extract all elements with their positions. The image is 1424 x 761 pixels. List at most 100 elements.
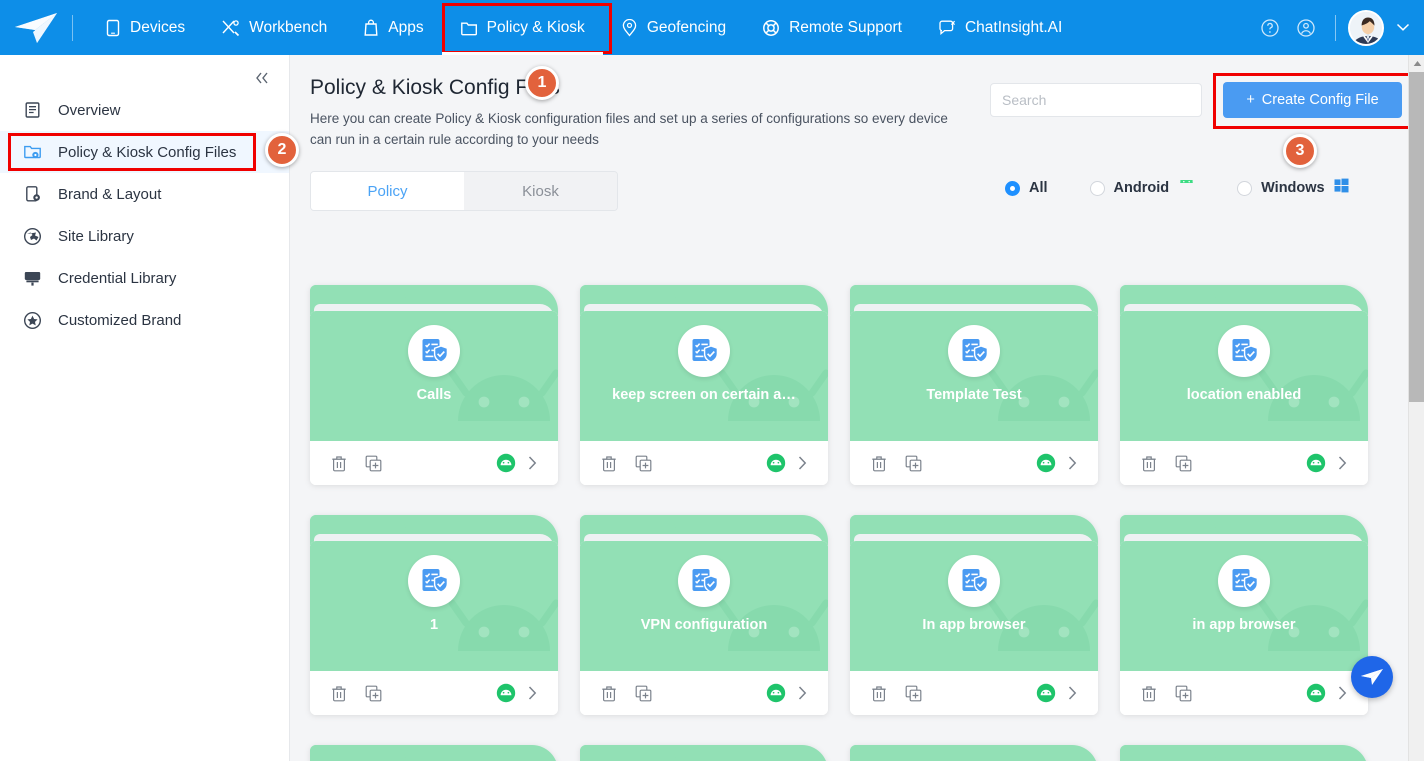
- scrollbar-thumb[interactable]: [1409, 72, 1424, 402]
- chevron-right-icon[interactable]: [792, 453, 812, 473]
- nav-divider: [72, 14, 73, 41]
- duplicate-icon[interactable]: [363, 453, 383, 473]
- config-card-name: Calls: [416, 387, 452, 403]
- top-navigation-bar: Devices Workbench Apps Policy & Kiosk Ge…: [0, 0, 1424, 55]
- config-card[interactable]: [1120, 745, 1368, 761]
- app-logo[interactable]: [0, 0, 72, 55]
- search-input[interactable]: [990, 83, 1202, 117]
- trash-icon[interactable]: [869, 453, 889, 473]
- trash-icon[interactable]: [599, 683, 619, 703]
- trash-icon[interactable]: [1139, 453, 1159, 473]
- tab-kiosk[interactable]: Kiosk: [464, 172, 617, 210]
- trash-icon[interactable]: [329, 453, 349, 473]
- config-card[interactable]: Calls: [310, 285, 558, 485]
- user-avatar-image: [1350, 11, 1382, 44]
- os-filter-group: All Android Windows: [1005, 176, 1349, 198]
- star-circle-icon: [22, 311, 42, 330]
- config-card[interactable]: [850, 745, 1098, 761]
- folder-front: keep screen on certain a…: [580, 311, 828, 485]
- config-card-actions: [580, 441, 828, 485]
- config-card[interactable]: In app browser: [850, 515, 1098, 715]
- trash-icon[interactable]: [869, 683, 889, 703]
- nav-item-label: ChatInsight.AI: [964, 18, 1063, 36]
- sidebar-menu: Overview Policy & Kiosk Config Files Bra…: [0, 89, 289, 341]
- nav-item-apps[interactable]: Apps: [345, 0, 441, 55]
- duplicate-icon[interactable]: [633, 453, 653, 473]
- sidebar-item-site-library[interactable]: Site Library: [0, 215, 289, 257]
- android-badge-icon: [1306, 683, 1326, 703]
- radio-filter-windows[interactable]: Windows: [1237, 178, 1349, 198]
- collapse-sidebar-button[interactable]: [249, 65, 275, 91]
- credential-icon: [22, 270, 42, 287]
- chat-ai-icon: [938, 19, 956, 37]
- folder-icon: [460, 20, 478, 36]
- duplicate-icon[interactable]: [633, 683, 653, 703]
- sidebar-item-credential-library[interactable]: Credential Library: [0, 257, 289, 299]
- paper-plane-logo-icon: [15, 12, 57, 43]
- nav-item-chatinsight-ai[interactable]: ChatInsight.AI: [920, 0, 1080, 55]
- policy-shield-icon: [1218, 325, 1270, 377]
- nav-item-remote-support[interactable]: Remote Support: [744, 0, 920, 55]
- chevron-down-icon[interactable]: [1396, 19, 1410, 37]
- nav-item-devices[interactable]: Devices: [87, 0, 203, 55]
- config-card[interactable]: location enabled: [1120, 285, 1368, 485]
- policy-shield-icon: [948, 325, 1000, 377]
- create-config-file-button[interactable]: + Create Config File: [1223, 82, 1402, 118]
- phone-icon: [105, 19, 121, 37]
- chevron-right-icon[interactable]: [1332, 453, 1352, 473]
- nav-item-workbench[interactable]: Workbench: [203, 0, 345, 55]
- config-card[interactable]: in app browser: [1120, 515, 1368, 715]
- trash-icon[interactable]: [329, 683, 349, 703]
- trash-icon[interactable]: [599, 453, 619, 473]
- android-icon: [1178, 176, 1195, 197]
- document-icon: [22, 101, 42, 119]
- config-card[interactable]: VPN configuration: [580, 515, 828, 715]
- config-card-name: 1: [429, 617, 439, 633]
- page-title: Policy & Kiosk Config Files: [310, 76, 560, 99]
- vertical-scrollbar[interactable]: [1408, 55, 1424, 761]
- policy-shield-icon: [678, 555, 730, 607]
- config-card[interactable]: Template Test: [850, 285, 1098, 485]
- config-card[interactable]: [580, 745, 828, 761]
- nav-item-policy-kiosk[interactable]: Policy & Kiosk: [441, 0, 612, 55]
- config-card[interactable]: 1: [310, 515, 558, 715]
- policy-shield-icon: [1218, 555, 1270, 607]
- tools-icon: [221, 19, 240, 37]
- radio-label-windows: Windows: [1261, 180, 1325, 196]
- folder-graphic: [310, 745, 558, 761]
- sidebar-item-customized-brand[interactable]: Customized Brand: [0, 299, 289, 341]
- scroll-up-arrow-icon[interactable]: [1409, 55, 1424, 72]
- duplicate-icon[interactable]: [363, 683, 383, 703]
- folder-graphic: Calls: [310, 285, 558, 485]
- chevron-right-icon[interactable]: [1062, 453, 1082, 473]
- config-card[interactable]: keep screen on certain a…: [580, 285, 828, 485]
- step-badge-1: 1: [525, 66, 559, 100]
- duplicate-icon[interactable]: [1173, 683, 1193, 703]
- scrollbar-track[interactable]: [1409, 402, 1424, 761]
- folder-front: In app browser: [850, 541, 1098, 715]
- chevron-right-icon[interactable]: [1062, 683, 1082, 703]
- chevron-right-icon[interactable]: [522, 453, 542, 473]
- config-card-name: location enabled: [1186, 387, 1302, 403]
- sidebar-item-overview[interactable]: Overview: [0, 89, 289, 131]
- trash-icon[interactable]: [1139, 683, 1159, 703]
- chevron-right-icon[interactable]: [792, 683, 812, 703]
- radio-filter-android[interactable]: Android: [1089, 176, 1196, 197]
- duplicate-icon[interactable]: [903, 453, 923, 473]
- user-circle-icon[interactable]: [1289, 11, 1323, 45]
- tab-policy[interactable]: Policy: [311, 172, 464, 210]
- duplicate-icon[interactable]: [903, 683, 923, 703]
- chevron-right-icon[interactable]: [522, 683, 542, 703]
- avatar[interactable]: [1348, 9, 1384, 46]
- help-circle-icon[interactable]: [1253, 11, 1287, 45]
- android-badge-icon: [1306, 453, 1326, 473]
- floating-action-button[interactable]: [1351, 656, 1393, 698]
- folder-graphic: [1120, 745, 1368, 761]
- nav-item-geofencing[interactable]: Geofencing: [603, 0, 744, 55]
- chevron-right-icon[interactable]: [1332, 683, 1352, 703]
- sidebar-item-policy-kiosk-config-files[interactable]: Policy & Kiosk Config Files: [0, 131, 289, 173]
- sidebar-item-brand-layout[interactable]: Brand & Layout: [0, 173, 289, 215]
- duplicate-icon[interactable]: [1173, 453, 1193, 473]
- radio-filter-all[interactable]: All: [1005, 180, 1048, 196]
- config-card[interactable]: [310, 745, 558, 761]
